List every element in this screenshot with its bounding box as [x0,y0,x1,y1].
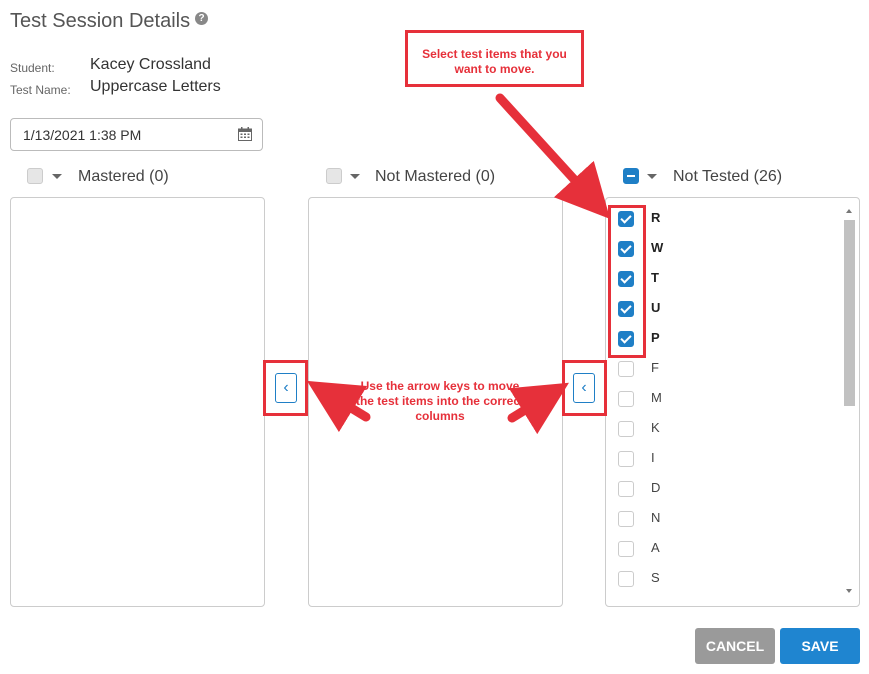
annotation-arrows [306,93,611,435]
arrow-to-right-button [507,382,569,435]
arrow-to-left-button [306,380,371,433]
arrow-to-checked-items [495,93,611,219]
